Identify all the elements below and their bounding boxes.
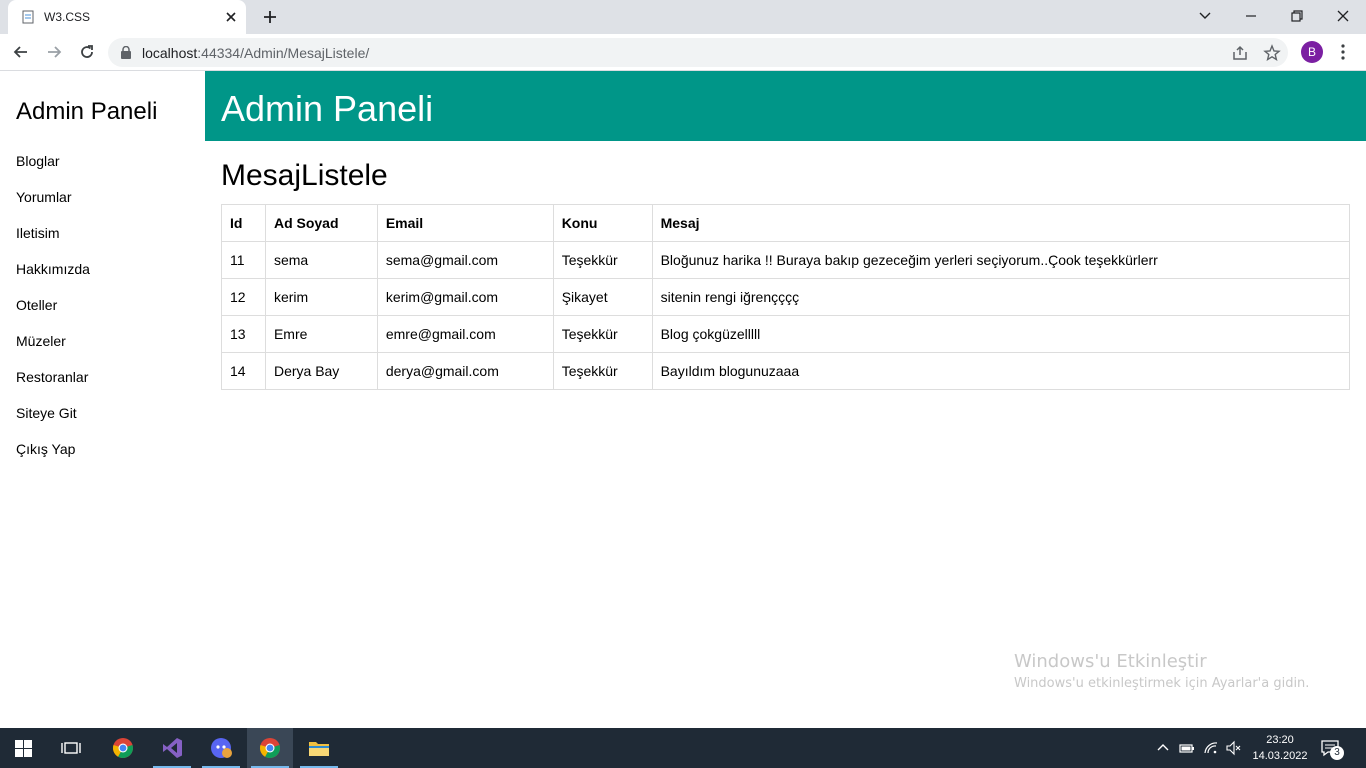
sidebar-item-muzeler[interactable]: Müzeler (0, 323, 205, 359)
visual-studio-icon (163, 738, 182, 758)
windows-taskbar: 23:20 14.03.2022 3 (0, 728, 1366, 768)
table-row: 11 sema sema@gmail.com Teşekkür Bloğunuz… (221, 241, 1351, 279)
page-content: Admin Paneli Bloglar Yorumlar Iletisim H… (0, 71, 1366, 728)
cell-id: 11 (221, 241, 266, 279)
sidebar-item-hakkimizda[interactable]: Hakkımızda (0, 251, 205, 287)
sidebar-item-bloglar[interactable]: Bloglar (0, 143, 205, 179)
battery-icon[interactable] (1179, 740, 1195, 756)
sidebar-item-restoranlar[interactable]: Restoranlar (0, 359, 205, 395)
cell-name: sema (264, 241, 378, 279)
table-row: 14 Derya Bay derya@gmail.com Teşekkür Ba… (221, 352, 1351, 390)
watermark-subtitle: Windows'u etkinleştirmek için Ayarlar'a … (1014, 676, 1310, 691)
clock-date: 14.03.2022 (1252, 750, 1308, 762)
cell-message: Blog çokgüzelllll (651, 315, 1351, 353)
column-header-subject: Konu (552, 204, 653, 242)
notification-count-badge: 3 (1330, 746, 1344, 760)
column-header-message: Mesaj (651, 204, 1351, 242)
profile-avatar[interactable]: B (1301, 41, 1323, 63)
reload-icon[interactable] (77, 42, 97, 62)
speaker-muted-icon[interactable] (1226, 740, 1242, 756)
browser-tab-strip: W3.CSS (0, 0, 1366, 34)
url-host: localhost (142, 45, 198, 61)
cell-message: sitenin rengi iğrençççç (651, 278, 1351, 316)
address-bar[interactable]: localhost:44334/Admin/MesajListele/ (108, 38, 1288, 67)
close-window-icon[interactable] (1332, 6, 1354, 26)
windows-activation-watermark: Windows'u Etkinleştir Windows'u etkinleş… (1014, 651, 1309, 691)
taskbar-visual-studio-app[interactable] (149, 728, 195, 768)
messages-table: Id Ad Soyad Email Konu Mesaj 11 sema sem… (221, 204, 1351, 390)
windows-logo-icon (15, 740, 32, 757)
system-clock[interactable]: 23:20 14.03.2022 (1252, 732, 1308, 764)
new-tab-icon[interactable] (261, 8, 279, 26)
chrome-icon (260, 738, 280, 759)
wifi-icon[interactable] (1203, 740, 1219, 756)
cell-name: Emre (264, 315, 378, 353)
tab-title: W3.CSS (44, 10, 91, 24)
cell-subject: Teşekkür (552, 315, 653, 353)
chrome-icon (113, 738, 133, 759)
menu-dots-icon[interactable] (1336, 42, 1350, 62)
back-arrow-icon[interactable] (11, 42, 31, 62)
browser-toolbar: localhost:44334/Admin/MesajListele/ B (0, 34, 1366, 71)
cell-id: 12 (221, 278, 266, 316)
cell-id: 13 (221, 315, 266, 353)
page-header: Admin Paneli (205, 71, 1366, 141)
cell-name: kerim (264, 278, 378, 316)
cell-subject: Teşekkür (552, 352, 653, 390)
notification-center-button[interactable]: 3 (1320, 738, 1344, 760)
sidebar-title: Admin Paneli (16, 98, 158, 125)
url-text[interactable]: localhost:44334/Admin/MesajListele/ (142, 45, 369, 61)
cell-name: Derya Bay (264, 352, 378, 390)
sidebar-item-cikis-yap[interactable]: Çıkış Yap (0, 431, 205, 467)
close-tab-icon[interactable] (223, 9, 239, 25)
cell-email: kerim@gmail.com (376, 278, 554, 316)
taskbar-chrome-active-app[interactable] (247, 728, 293, 768)
chevron-up-icon[interactable] (1155, 740, 1171, 756)
taskbar-discord-app[interactable] (198, 728, 244, 768)
share-icon[interactable] (1231, 44, 1249, 62)
cell-subject: Şikayet (552, 278, 653, 316)
cell-message: Bloğunuz harika !! Buraya bakıp gezeceği… (651, 241, 1351, 279)
task-view-button[interactable] (48, 728, 94, 768)
page-icon (22, 10, 34, 24)
forward-arrow-icon[interactable] (44, 42, 64, 62)
sidebar-item-iletisim[interactable]: Iletisim (0, 215, 205, 251)
folder-icon (309, 742, 329, 756)
sidebar-item-siteye-git[interactable]: Siteye Git (0, 395, 205, 431)
watermark-title: Windows'u Etkinleştir (1014, 651, 1207, 672)
clock-time: 23:20 (1266, 734, 1294, 746)
table-header-row: Id Ad Soyad Email Konu Mesaj (221, 204, 1351, 242)
column-header-email: Email (376, 204, 554, 242)
sidebar-item-yorumlar[interactable]: Yorumlar (0, 179, 205, 215)
cell-id: 14 (221, 352, 266, 390)
table-row: 12 kerim kerim@gmail.com Şikayet sitenin… (221, 278, 1351, 316)
header-title: Admin Paneli (221, 88, 434, 129)
cell-email: sema@gmail.com (376, 241, 554, 279)
task-view-icon (61, 742, 81, 754)
url-path: :44334/Admin/MesajListele/ (197, 45, 370, 61)
star-icon[interactable] (1263, 44, 1281, 62)
cell-message: Bayıldım blogunuzaaa (651, 352, 1351, 390)
chevron-down-icon[interactable] (1194, 6, 1216, 26)
column-header-name: Ad Soyad (264, 204, 378, 242)
discord-icon (211, 738, 232, 758)
cell-subject: Teşekkür (552, 241, 653, 279)
taskbar-chrome-app[interactable] (100, 728, 146, 768)
browser-tab[interactable]: W3.CSS (8, 0, 246, 34)
cell-email: derya@gmail.com (376, 352, 554, 390)
restore-icon[interactable] (1286, 6, 1308, 26)
sidebar-item-oteller[interactable]: Oteller (0, 287, 205, 323)
start-button[interactable] (0, 728, 46, 768)
page-title: MesajListele (221, 159, 388, 192)
taskbar-file-explorer-app[interactable] (296, 728, 342, 768)
sidebar-menu: Bloglar Yorumlar Iletisim Hakkımızda Ote… (0, 143, 205, 467)
minimize-icon[interactable] (1240, 6, 1262, 26)
table-row: 13 Emre emre@gmail.com Teşekkür Blog çok… (221, 315, 1351, 353)
cell-email: emre@gmail.com (376, 315, 554, 353)
column-header-id: Id (221, 204, 266, 242)
sidebar: Admin Paneli Bloglar Yorumlar Iletisim H… (0, 71, 205, 728)
lock-icon[interactable] (120, 46, 132, 59)
